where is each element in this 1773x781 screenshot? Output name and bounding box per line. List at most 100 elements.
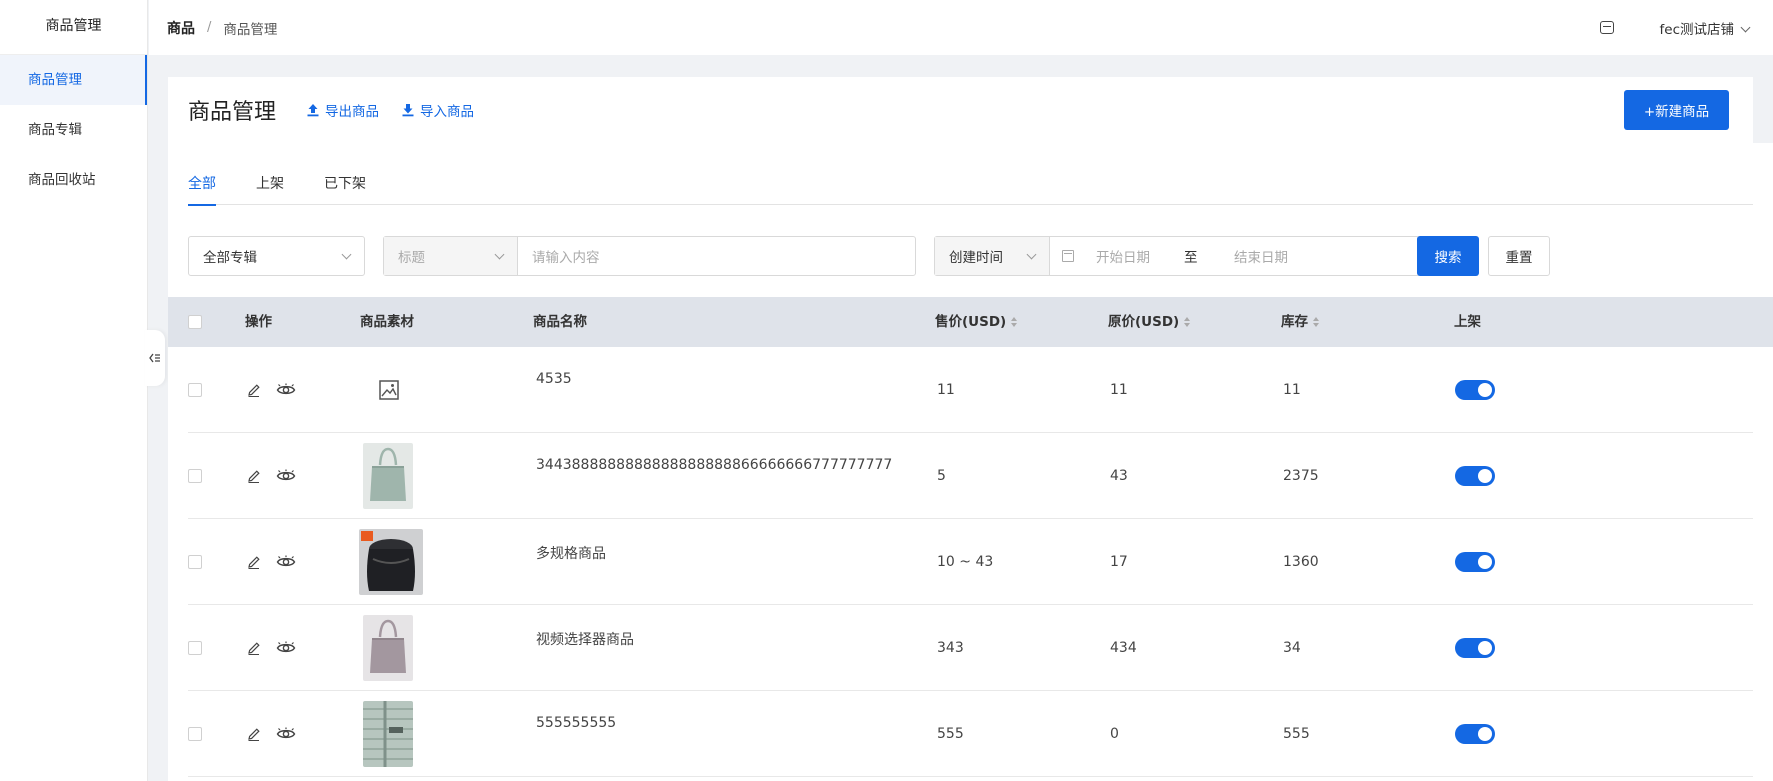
product-stock: 1360 (1283, 554, 1319, 570)
product-list-panel: 全部 上架 已下架 全部专辑 标题 请输入内容 创建时间 开始日期 至 结束日期 (168, 143, 1773, 781)
tab-all[interactable]: 全部 (188, 173, 216, 206)
product-original-price: 11 (1110, 382, 1128, 398)
product-stock: 11 (1283, 382, 1301, 398)
time-field-select[interactable]: 创建时间 (935, 237, 1050, 275)
album-select-value: 全部专辑 (203, 250, 257, 266)
row-checkbox[interactable] (188, 555, 202, 569)
breadcrumb-root[interactable]: 商品 (167, 18, 195, 38)
field-select[interactable]: 标题 (384, 237, 518, 275)
column-original-price[interactable]: 原价(USD) (1108, 297, 1191, 347)
date-filter: 创建时间 开始日期 至 结束日期 (934, 236, 1420, 276)
store-icon[interactable] (1599, 21, 1614, 34)
row-checkbox[interactable] (188, 469, 202, 483)
chevron-down-icon (1740, 22, 1751, 32)
product-thumbnail (363, 701, 413, 767)
product-name: 555555555 (536, 715, 617, 731)
sort-icon[interactable] (1011, 317, 1018, 327)
product-price: 11 (937, 382, 955, 398)
preview-icon[interactable] (276, 382, 296, 398)
sidebar-title: 商品管理 (0, 0, 147, 55)
table-row: 3443888888888888888888866666666777777777… (188, 433, 1753, 519)
export-products-label: 导出商品 (325, 104, 380, 120)
chevron-down-icon (1026, 249, 1037, 259)
sort-icon[interactable] (1313, 317, 1319, 327)
product-name: 4535 (536, 371, 572, 387)
edit-icon[interactable] (246, 382, 262, 398)
listed-toggle[interactable] (1455, 638, 1495, 658)
sidebar-item-products[interactable]: 商品管理 (0, 55, 147, 105)
product-price: 10 ~ 43 (937, 554, 994, 570)
preview-icon[interactable] (276, 554, 296, 570)
album-select[interactable]: 全部专辑 (188, 236, 365, 276)
keyword-filter: 标题 请输入内容 (383, 236, 916, 276)
reset-button[interactable]: 重置 (1488, 236, 1550, 276)
product-stock: 555 (1283, 726, 1310, 742)
table-row: 视频选择器商品 343 434 34 (188, 605, 1753, 691)
column-listed: 上架 (1454, 314, 1481, 330)
column-price-label: 售价(USD) (935, 314, 1007, 330)
product-thumbnail (363, 615, 413, 681)
search-button[interactable]: 搜索 (1417, 236, 1479, 276)
import-products-link[interactable]: 导入商品 (401, 100, 474, 120)
page-title: 商品管理 (188, 100, 277, 125)
edit-icon[interactable] (246, 468, 262, 484)
table-row: 多规格商品 10 ~ 43 17 1360 (188, 519, 1753, 605)
table-row: 4535 11 11 11 (188, 347, 1753, 433)
export-products-link[interactable]: 导出商品 (306, 100, 379, 120)
product-thumbnail (359, 529, 423, 595)
listed-toggle[interactable] (1455, 380, 1495, 400)
edit-icon[interactable] (246, 554, 262, 570)
column-name: 商品名称 (533, 314, 587, 330)
calendar-icon (1062, 250, 1074, 262)
start-date-input[interactable]: 开始日期 (1096, 246, 1184, 266)
sort-icon[interactable] (1184, 317, 1191, 327)
row-checkbox[interactable] (188, 727, 202, 741)
product-original-price: 434 (1110, 640, 1137, 656)
product-original-price: 0 (1110, 726, 1119, 742)
listed-toggle[interactable] (1455, 466, 1495, 486)
listed-toggle[interactable] (1455, 724, 1495, 744)
listed-toggle[interactable] (1455, 552, 1495, 572)
product-original-price: 17 (1110, 554, 1128, 570)
select-all-checkbox[interactable] (188, 315, 202, 329)
column-actions: 操作 (245, 314, 272, 330)
column-stock[interactable]: 库存 (1281, 297, 1319, 347)
preview-icon[interactable] (276, 468, 296, 484)
column-stock-label: 库存 (1281, 314, 1308, 330)
tab-delisted[interactable]: 已下架 (324, 173, 366, 205)
column-price[interactable]: 售价(USD) (935, 297, 1018, 347)
row-checkbox[interactable] (188, 641, 202, 655)
chevron-down-icon (341, 249, 352, 259)
collapse-sidebar-icon[interactable] (145, 330, 165, 386)
preview-icon[interactable] (276, 640, 296, 656)
product-stock: 34 (1283, 640, 1301, 656)
edit-icon[interactable] (246, 726, 262, 742)
product-name: 多规格商品 (536, 546, 606, 562)
breadcrumb-current: 商品管理 (223, 21, 278, 38)
topbar: 商品 / 商品管理 fec测试店铺 (149, 0, 1773, 55)
column-original-price-label: 原价(USD) (1108, 314, 1180, 330)
product-name: 视频选择器商品 (536, 632, 634, 648)
tab-listed[interactable]: 上架 (256, 173, 284, 205)
sidebar-item-recycle-bin[interactable]: 商品回收站 (0, 155, 147, 205)
product-price: 343 (937, 640, 964, 656)
sidebar: 商品管理 商品管理 商品专辑 商品回收站 (0, 0, 148, 781)
row-checkbox[interactable] (188, 383, 202, 397)
sidebar-item-albums[interactable]: 商品专辑 (0, 105, 147, 155)
new-product-button[interactable]: +新建商品 (1624, 90, 1729, 130)
table-row: 555555555 555 0 555 (188, 691, 1753, 777)
table-header: 操作 商品素材 商品名称 售价(USD) 原价(USD) 库存 上架 (168, 297, 1773, 347)
image-placeholder-icon (379, 380, 399, 400)
edit-icon[interactable] (246, 640, 262, 656)
preview-icon[interactable] (276, 726, 296, 742)
product-stock: 2375 (1283, 468, 1319, 484)
download-icon (402, 104, 414, 117)
shop-switcher[interactable]: fec测试店铺 (1659, 18, 1751, 38)
product-thumbnail (363, 443, 413, 509)
page-header: 商品管理 导出商品 导入商品 +新建商品 (168, 77, 1753, 143)
end-date-input[interactable]: 结束日期 (1234, 246, 1288, 266)
keyword-input[interactable]: 请输入内容 (518, 246, 600, 266)
shop-name: fec测试店铺 (1659, 21, 1734, 38)
upload-icon (307, 104, 319, 117)
time-field-select-value: 创建时间 (949, 250, 1003, 266)
